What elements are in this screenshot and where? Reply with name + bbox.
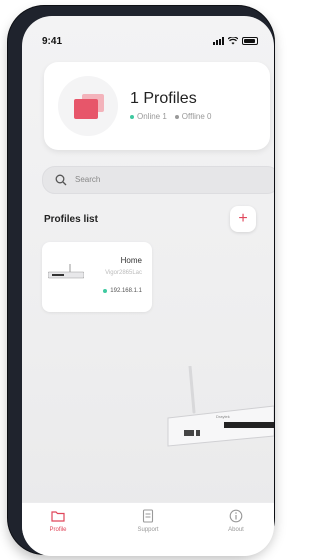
- offline-count: Offline 0: [181, 112, 212, 121]
- profiles-list-title: Profiles list: [44, 214, 98, 225]
- info-icon: [229, 509, 243, 523]
- tab-support[interactable]: Support: [118, 509, 178, 533]
- online-dot-icon: [103, 289, 108, 293]
- status-bar: 9:41: [22, 16, 274, 52]
- profiles-summary-card: 1 Profiles Online 1 Offline 0: [44, 62, 270, 150]
- router-icon: [48, 264, 84, 279]
- tab-profile-label: Profile: [49, 527, 67, 533]
- online-dot-icon: [130, 114, 134, 119]
- add-profile-button[interactable]: +: [230, 206, 256, 232]
- tab-about-label: About: [228, 527, 244, 533]
- status-icons: [213, 37, 258, 45]
- search-input[interactable]: Search: [42, 166, 274, 194]
- profiles-status: Online 1 Offline 0: [130, 112, 211, 121]
- router-illustration: Draytek: [167, 366, 274, 447]
- offline-status: Offline 0: [174, 112, 212, 121]
- folder-icon: [51, 511, 65, 522]
- status-time: 9:41: [42, 36, 63, 47]
- app-screen: 9:41 1 Profiles Online 1 Offline 0 Searc…: [22, 16, 274, 556]
- search-placeholder: Search: [75, 175, 101, 184]
- signal-icon: [213, 37, 224, 45]
- profiles-stack-icon: [74, 94, 104, 119]
- online-status: Online 1: [130, 112, 167, 121]
- online-count: Online 1: [137, 112, 167, 121]
- profile-ip: 192.168.1.1: [103, 288, 142, 294]
- profile-model: Vigor2865Lac: [105, 270, 142, 276]
- tab-profile[interactable]: Profile: [28, 509, 88, 533]
- phone-frame: 9:41 1 Profiles Online 1 Offline 0 Searc…: [8, 6, 274, 556]
- svg-text:Draytek: Draytek: [216, 414, 230, 419]
- profiles-avatar: [58, 76, 118, 136]
- battery-icon: [242, 37, 258, 45]
- wifi-icon: [228, 37, 238, 45]
- search-icon: [55, 174, 67, 186]
- tab-about[interactable]: About: [206, 509, 266, 533]
- profiles-count: 1 Profiles: [130, 90, 197, 107]
- profile-ip-value: 192.168.1.1: [110, 288, 142, 294]
- tab-support-label: Support: [137, 527, 159, 533]
- bottom-tab-bar: Profile Support About: [22, 502, 274, 556]
- document-icon: [142, 509, 154, 523]
- profile-name: Home: [120, 256, 142, 265]
- offline-dot-icon: [174, 114, 179, 119]
- profile-card-home[interactable]: Home Vigor2865Lac 192.168.1.1: [42, 242, 152, 312]
